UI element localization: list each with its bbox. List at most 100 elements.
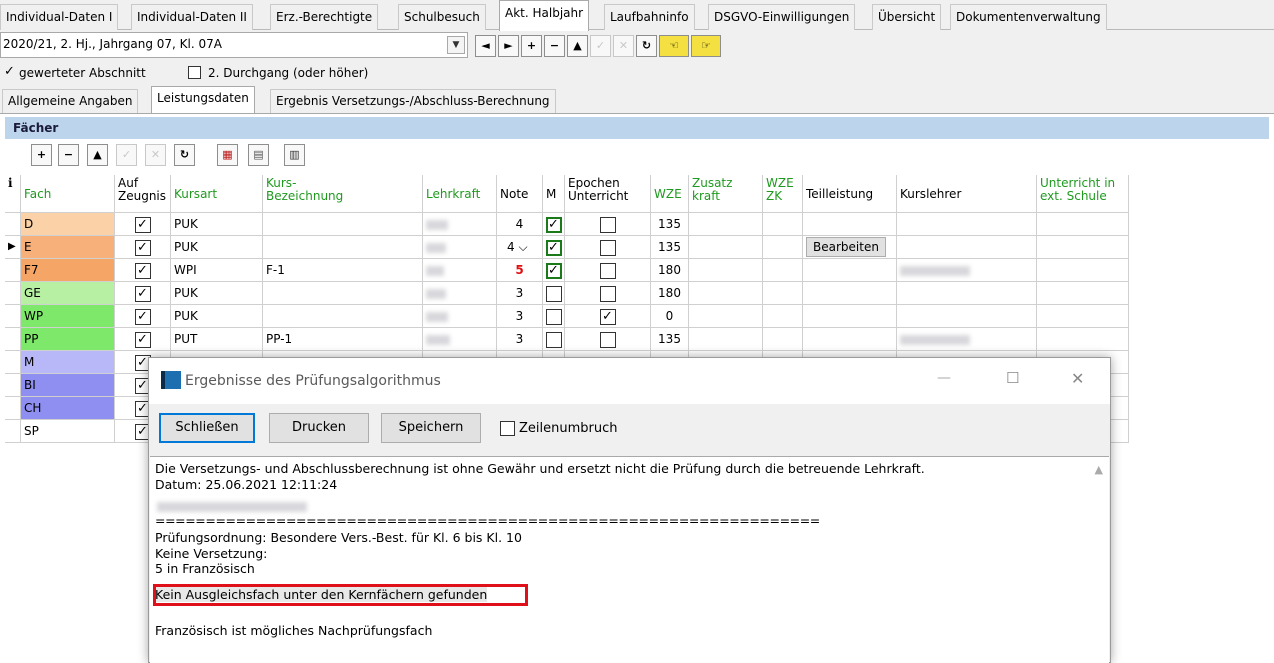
cell-auf-zeugnis[interactable]: ✓ [115, 213, 171, 236]
cell-auf-zeugnis[interactable]: ✓ [115, 236, 171, 259]
cell-lehrkraft[interactable] [423, 236, 497, 259]
tab-dokumentenverwaltung[interactable]: Dokumentenverwaltung [950, 4, 1107, 30]
cell-m[interactable] [543, 282, 565, 305]
cell-kurs-bezeichnung[interactable] [263, 236, 423, 259]
cell-kurslehrer[interactable] [897, 282, 1037, 305]
hand-right-icon[interactable]: ☞ [691, 35, 721, 57]
zeugnis-checkbox[interactable]: ✓ [134, 285, 151, 302]
epochen-checkbox[interactable] [599, 262, 616, 279]
chevron-down-icon[interactable]: ▼ [447, 36, 465, 54]
cell-fach[interactable]: PP [21, 328, 115, 351]
cell-fach[interactable]: F7 [21, 259, 115, 282]
cell-zusatzkraft[interactable] [689, 259, 763, 282]
cell-wze-zk[interactable] [763, 236, 803, 259]
tab-akt-halbjahr[interactable]: Akt. Halbjahr [499, 0, 590, 31]
cell-m[interactable]: ✓ [543, 259, 565, 282]
cell-kurslehrer[interactable] [897, 236, 1037, 259]
cell-fach[interactable]: CH [21, 397, 115, 420]
cell-wze[interactable]: 180 [651, 282, 689, 305]
tab-individual-daten-1[interactable]: Individual-Daten I [0, 4, 119, 30]
cell-teilleistung[interactable] [803, 282, 897, 305]
cell-epochen[interactable] [565, 213, 651, 236]
cell-kurs-bezeichnung[interactable] [263, 305, 423, 328]
cell-kursart[interactable]: PUK [171, 282, 263, 305]
cell-note[interactable]: 3 [497, 328, 543, 351]
cell-m[interactable] [543, 305, 565, 328]
m-checkbox[interactable] [545, 331, 562, 348]
cell-kursart[interactable]: PUK [171, 236, 263, 259]
cell-fach[interactable]: BI [21, 374, 115, 397]
info-icon[interactable]: i [5, 175, 21, 213]
edit-table-icon[interactable]: ▥ [284, 144, 305, 166]
m-checkbox[interactable]: ✓ [545, 262, 562, 279]
m-checkbox[interactable] [545, 308, 562, 325]
epochen-checkbox[interactable] [599, 285, 616, 302]
speichern-button[interactable]: Speichern [381, 413, 481, 443]
cell-kursart[interactable]: PUK [171, 213, 263, 236]
cell-note[interactable]: 4 ⌵ [497, 236, 543, 259]
scroll-up-icon[interactable]: ▲ [1095, 463, 1103, 476]
cell-note[interactable]: 5 [497, 259, 543, 282]
header-lehrkraft[interactable]: Lehrkraft [423, 175, 497, 213]
move-up-button[interactable]: ▲ [87, 144, 108, 166]
cell-wze[interactable]: 135 [651, 328, 689, 351]
cell-ext-schule[interactable] [1037, 236, 1129, 259]
period-select[interactable]: 2020/21, 2. Hj., Jahrgang 07, Kl. 07A ▼ [0, 32, 468, 58]
zeugnis-checkbox[interactable]: ✓ [134, 262, 151, 279]
cell-ext-schule[interactable] [1037, 328, 1129, 351]
remove-button[interactable]: − [544, 35, 565, 57]
cell-wze[interactable]: 135 [651, 213, 689, 236]
export-grades-icon[interactable]: ▦ [217, 144, 238, 166]
cell-zusatzkraft[interactable] [689, 328, 763, 351]
cell-ext-schule[interactable] [1037, 282, 1129, 305]
subtab-allgemeine-angaben[interactable]: Allgemeine Angaben [2, 89, 139, 113]
add-row-button[interactable]: + [31, 144, 52, 166]
cell-kurs-bezeichnung[interactable]: F-1 [263, 259, 423, 282]
cell-kursart[interactable]: PUT [171, 328, 263, 351]
cell-epochen[interactable] [565, 328, 651, 351]
subtab-leistungsdaten[interactable]: Leistungsdaten [151, 86, 255, 114]
bearbeiten-button[interactable]: Bearbeiten [806, 237, 886, 257]
header-m[interactable]: M [543, 175, 565, 213]
cell-teilleistung[interactable] [803, 213, 897, 236]
minimize-icon[interactable]: — [937, 370, 951, 386]
add-button[interactable]: + [521, 35, 542, 57]
cell-teilleistung[interactable]: Bearbeiten [803, 236, 897, 259]
zeugnis-checkbox[interactable]: ✓ [134, 308, 151, 325]
cell-kurs-bezeichnung[interactable]: PP-1 [263, 328, 423, 351]
cell-auf-zeugnis[interactable]: ✓ [115, 282, 171, 305]
m-checkbox[interactable]: ✓ [545, 239, 562, 256]
cell-fach[interactable]: M [21, 351, 115, 374]
drucken-button[interactable]: Drucken [269, 413, 369, 443]
cell-lehrkraft[interactable] [423, 213, 497, 236]
cell-kursart[interactable]: WPI [171, 259, 263, 282]
durchgang-checkbox[interactable] [188, 66, 201, 79]
header-wze[interactable]: WZE [651, 175, 689, 213]
m-checkbox[interactable] [545, 285, 562, 302]
header-ext-schule[interactable]: Unterricht in ext. Schule [1037, 175, 1129, 213]
cell-kurslehrer[interactable] [897, 259, 1037, 282]
copy-grades-icon[interactable]: ▤ [248, 144, 269, 166]
tab-schulbesuch[interactable]: Schulbesuch [398, 4, 486, 30]
tab-individual-daten-2[interactable]: Individual-Daten II [131, 4, 253, 30]
cell-kursart[interactable]: PUK [171, 305, 263, 328]
header-kurs-bezeichnung[interactable]: Kurs- Bezeichnung [263, 175, 423, 213]
header-auf-zeugnis[interactable]: Auf Zeugnis [115, 175, 171, 213]
cell-wze-zk[interactable] [763, 305, 803, 328]
cell-wze[interactable]: 180 [651, 259, 689, 282]
cell-fach[interactable]: SP [21, 420, 115, 443]
result-textarea[interactable]: Die Versetzungs- und Abschlussberechnung… [150, 456, 1109, 663]
cell-fach[interactable]: GE [21, 282, 115, 305]
cell-m[interactable]: ✓ [543, 213, 565, 236]
refresh-rows-icon[interactable]: ↻ [174, 144, 195, 166]
cell-teilleistung[interactable] [803, 259, 897, 282]
cell-wze-zk[interactable] [763, 328, 803, 351]
cell-lehrkraft[interactable] [423, 305, 497, 328]
gewerteter-checkbox[interactable]: ✓ [3, 65, 16, 79]
cell-teilleistung[interactable] [803, 305, 897, 328]
header-fach[interactable]: Fach [21, 175, 115, 213]
cell-lehrkraft[interactable] [423, 328, 497, 351]
close-icon[interactable]: ✕ [1071, 369, 1084, 388]
cell-wze[interactable]: 0 [651, 305, 689, 328]
cell-ext-schule[interactable] [1037, 213, 1129, 236]
